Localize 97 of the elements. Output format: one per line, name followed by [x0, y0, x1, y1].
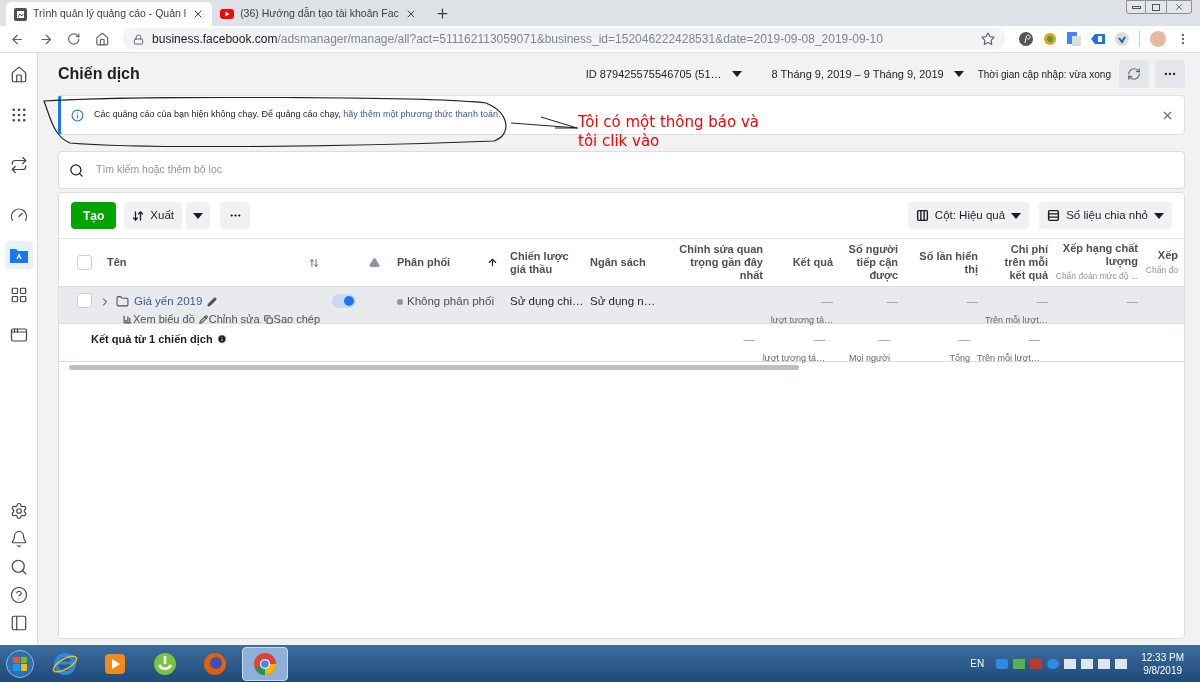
account-dropdown[interactable]: ID 879425575546705 (51… [585, 65, 742, 83]
toggle-switch[interactable] [332, 294, 356, 308]
home-icon[interactable] [94, 31, 110, 47]
sort-icon[interactable] [309, 257, 319, 268]
info-icon [71, 108, 84, 122]
table-cell-text: — [886, 294, 898, 309]
close-icon [1174, 2, 1184, 12]
bookmark-star-icon[interactable] [981, 32, 995, 46]
pin-icon[interactable] [1019, 32, 1033, 46]
bar-chart-icon [123, 315, 132, 324]
caret-icon [1154, 212, 1164, 219]
date-range-dropdown[interactable]: 8 Tháng 9, 2019 – 9 Tháng 9, 2019 [771, 65, 964, 83]
caret-icon [193, 212, 203, 219]
refresh-button[interactable] [1119, 60, 1149, 88]
caret-icon [731, 71, 742, 77]
table-cell-text: Sử dụng n… [590, 294, 656, 309]
restore-button[interactable] [1146, 0, 1166, 14]
table-cell-text: — [1126, 294, 1138, 309]
table-cell-text: — [966, 294, 978, 309]
rows-icon [1047, 209, 1061, 222]
browser-tab[interactable]: (36) Hướng dẫn tạo tài khoản Fac [212, 2, 425, 26]
extension-icon[interactable] [1043, 32, 1057, 46]
cell-note: Trên mỗi lượt… [976, 352, 1040, 366]
folder-icon [116, 295, 129, 309]
summary-label: Kết quả từ 1 chiến dịch [91, 332, 213, 348]
payment-link[interactable]: hãy thêm một phương thức thanh toán. [343, 109, 501, 120]
page-title: Chiến dịch [58, 64, 141, 84]
column-header[interactable]: Xếp [1157, 248, 1178, 262]
table-cell-text: — [1028, 332, 1040, 347]
sort-arrows-icon [132, 209, 145, 222]
sort-ascending-icon[interactable] [487, 257, 498, 268]
column-header[interactable]: Tên [107, 254, 127, 271]
search-icon [69, 162, 84, 178]
campaign-name-link[interactable]: Giá yến 2019 [134, 293, 203, 311]
caret-icon [1011, 212, 1022, 219]
warning-icon [368, 257, 380, 268]
table-cell-text: — [958, 332, 970, 347]
update-status: Thời gian cập nhập: vừa xong [977, 67, 1111, 82]
reload-icon[interactable] [67, 32, 81, 46]
column-header[interactable]: Số người tiếp cận được [845, 243, 898, 282]
columns-dropdown[interactable]: Cột: Hiệu quả [907, 202, 1030, 229]
table-cell-text: — [813, 332, 825, 347]
video-play-icon [220, 9, 235, 19]
column-header[interactable]: Chỉnh sửa quan trọng gần đây nhất [665, 243, 763, 282]
notice-text: Các quảng cáo của bạn hiện không chạy. Để quảng cáo chạy, hãy thêm một phương thức thanh toán. [94, 108, 501, 122]
translate-icon[interactable] [1067, 32, 1081, 46]
new-tab-icon[interactable] [434, 6, 450, 21]
column-header[interactable]: Chiến lược giá thầu [510, 249, 578, 276]
columns-icon [915, 209, 929, 222]
export-dropdown-button[interactable] [186, 202, 210, 229]
clock[interactable]: 12:33 PM 9/8/2019 [1141, 650, 1184, 677]
campaign-row[interactable]: Giá yến 2019 Xem biểu đồ Chỉnh sửa Sao chép Không phân phối Sử dụng chi… Sử dụng n… — lượt tương tá… — — — Trên mỗi lượt… — [59, 287, 1184, 324]
table-cell-text: Không phân phối [407, 294, 494, 309]
cell-note: Tổng [949, 352, 970, 366]
tab-title: Trình quản lý quảng cáo - Quản l [33, 6, 187, 22]
search-field[interactable]: Tìm kiếm hoặc thêm bộ lọc [58, 151, 1185, 189]
language-indicator[interactable]: EN [970, 656, 985, 671]
checkbox[interactable] [76, 293, 92, 308]
column-header[interactable]: Kết quả [792, 256, 833, 269]
pencil-icon [198, 315, 208, 324]
caret-icon [953, 71, 964, 77]
column-subheader: Chẩn đo [1145, 263, 1178, 277]
table-cell-text: — [821, 294, 833, 309]
table-cell-text: — [1036, 294, 1048, 309]
annotation-text: Tôi có một thông báo và tôi clik vào [578, 113, 761, 151]
table-cell-text: — [878, 332, 890, 347]
chrome-icon[interactable] [242, 646, 288, 681]
column-header[interactable]: Phân phối [397, 256, 451, 269]
folder-icon[interactable] [4, 241, 33, 269]
column-header[interactable]: Ngân sách [590, 256, 646, 269]
lock-icon[interactable] [133, 33, 145, 45]
column-header[interactable]: Xếp hạng chất lượng [1055, 242, 1138, 269]
column-header[interactable]: Số lần hiển thị [910, 249, 978, 276]
minimize-button[interactable] [1126, 0, 1146, 14]
browser-tab[interactable]: Trình quản lý quảng cáo - Quản l [6, 2, 213, 26]
column-subheader: Chẩn đoán mức độ ... [1055, 270, 1138, 283]
column-header[interactable]: Chi phí trên mỗi kết quả [990, 243, 1048, 282]
table-cell-text: Sử dụng chi… [510, 294, 584, 309]
checkbox[interactable] [76, 255, 92, 270]
pencil-icon[interactable] [207, 296, 218, 307]
tag-icon[interactable] [1091, 32, 1105, 46]
tab-title: (36) Hướng dẫn tạo tài khoản Fac [240, 6, 399, 22]
info-icon [216, 334, 227, 345]
export-button[interactable]: Xuất [124, 202, 182, 229]
horizontal-scrollbar[interactable] [69, 365, 799, 370]
cell-note: lượt tương tá… [762, 352, 825, 366]
cell-note: Mọi người [849, 352, 890, 366]
search-input[interactable]: Tìm kiếm hoặc thêm bộ lọc [96, 162, 1174, 178]
tray-icons[interactable] [996, 658, 1128, 669]
copy-icon [263, 315, 273, 324]
breakdown-dropdown[interactable]: Số liệu chia nhỏ [1039, 202, 1172, 229]
check-badge-icon[interactable] [1115, 32, 1129, 46]
address-field[interactable]: business.facebook.com/adsmanager/manage/all?act=511162113059071&business_id=152046222428531&date=2019-09-08_2019-09-10 [123, 28, 1005, 50]
close-button[interactable] [1166, 0, 1192, 14]
table-cell-text: — [743, 332, 755, 347]
chart-page-icon [14, 7, 27, 21]
refresh-icon [1127, 67, 1141, 81]
